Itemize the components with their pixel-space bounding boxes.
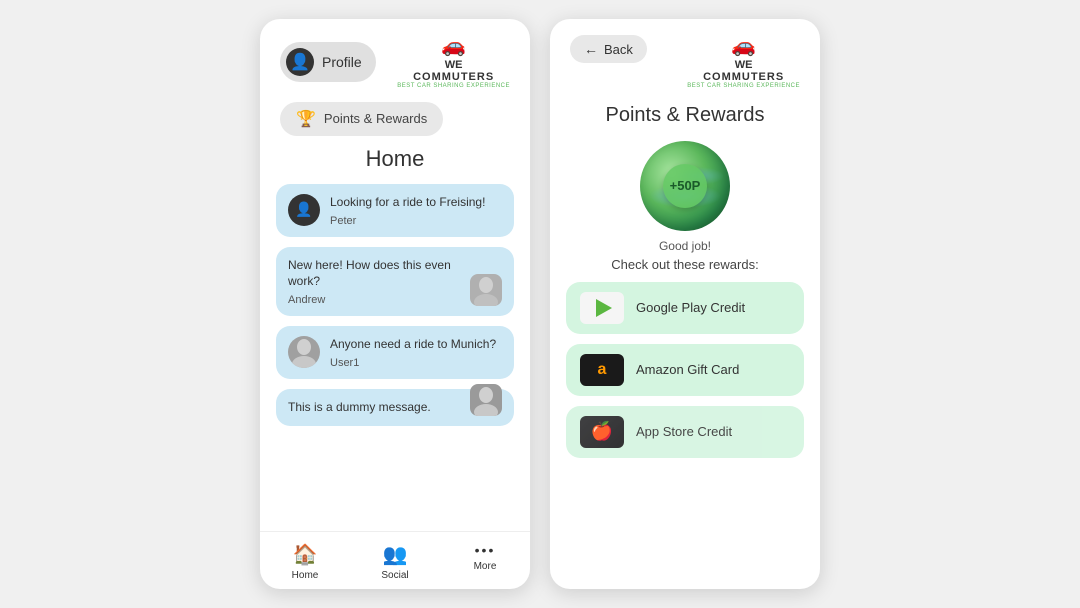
logo-commuters-left: COMMUTERS: [397, 71, 510, 83]
screens-container: 👤 Profile 🚗 WE COMMUTERS BEST CAR SHARIN…: [260, 19, 820, 589]
profile-icon: 👤: [286, 48, 314, 76]
back-button[interactable]: ← Back: [570, 35, 647, 63]
feed-text-2: New here! How does this even work?: [288, 257, 464, 291]
feed-user-3: User1: [330, 357, 502, 369]
trophy-icon: 🏆: [296, 109, 316, 129]
nav-home[interactable]: 🏠 Home: [260, 542, 350, 581]
reward-google-play-label: Google Play Credit: [636, 300, 745, 315]
feed-user-1: Peter: [330, 215, 502, 227]
reward-appstore[interactable]: 🍎 App Store Credit: [566, 406, 804, 458]
logo-we-right: WE: [687, 59, 800, 71]
feed-item-3[interactable]: Anyone need a ride to Munich? User1: [276, 326, 514, 379]
right-logo: 🚗 WE COMMUTERS BEST CAR SHARING EXPERIEN…: [687, 35, 800, 90]
points-badge: +50P: [663, 164, 707, 208]
more-icon: •••: [475, 542, 496, 558]
home-title: Home: [260, 146, 530, 172]
reward-google-play[interactable]: Google Play Credit: [566, 282, 804, 334]
feed-user-2: Andrew: [288, 294, 464, 306]
google-play-icon: [580, 292, 624, 324]
feed-avatar-4: [470, 384, 502, 416]
nav-more[interactable]: ••• More: [440, 542, 530, 581]
feed-content-2: New here! How does this even work? Andre…: [288, 257, 464, 307]
nav-more-label: More: [474, 561, 497, 572]
bottom-nav: 🏠 Home 👥 Social ••• More: [260, 531, 530, 589]
feed-content-3: Anyone need a ride to Munich? User1: [330, 336, 502, 369]
good-job-text: Good job!: [550, 239, 820, 253]
nav-social-label: Social: [381, 570, 408, 581]
feed-avatar-peter: 👤: [288, 194, 320, 226]
rewards-list: Google Play Credit a Amazon Gift Card 🍎 …: [550, 282, 820, 589]
feed-item-4[interactable]: This is a dummy message.: [276, 389, 514, 426]
back-arrow-icon: ←: [584, 41, 598, 57]
feed-avatar-user1: [288, 336, 320, 368]
profile-label: Profile: [322, 54, 362, 70]
reward-amazon[interactable]: a Amazon Gift Card: [566, 344, 804, 396]
car-icon-right: 🚗: [687, 35, 800, 57]
feed-text-4: This is a dummy message.: [288, 399, 464, 416]
check-rewards-text: Check out these rewards:: [550, 257, 820, 272]
globe-container: +50P: [550, 141, 820, 231]
logo-we-left: WE: [397, 59, 510, 71]
pr-title: Points & Rewards: [550, 104, 820, 127]
points-rewards-label: Points & Rewards: [324, 111, 427, 126]
globe-visual: +50P: [640, 141, 730, 231]
back-label: Back: [604, 42, 633, 57]
logo-tagline-left: BEST CAR SHARING EXPERIENCE: [397, 83, 510, 90]
right-header: ← Back 🚗 WE COMMUTERS BEST CAR SHARING E…: [550, 19, 820, 98]
nav-home-label: Home: [292, 570, 319, 581]
left-phone-screen: 👤 Profile 🚗 WE COMMUTERS BEST CAR SHARIN…: [260, 19, 530, 589]
car-icon: 🚗: [397, 35, 510, 57]
feed-item-1[interactable]: 👤 Looking for a ride to Freising! Peter: [276, 184, 514, 237]
profile-button[interactable]: 👤 Profile: [280, 42, 376, 82]
feed-content-1: Looking for a ride to Freising! Peter: [330, 194, 502, 227]
feed-avatar-andrew: [470, 274, 502, 306]
feed-text-3: Anyone need a ride to Munich?: [330, 336, 502, 353]
points-rewards-button[interactable]: 🏆 Points & Rewards: [280, 102, 443, 136]
reward-amazon-label: Amazon Gift Card: [636, 362, 739, 377]
amazon-icon: a: [580, 354, 624, 386]
logo-tagline-right: BEST CAR SHARING EXPERIENCE: [687, 83, 800, 90]
feed-content-4: This is a dummy message.: [288, 399, 464, 416]
feed-list: 👤 Looking for a ride to Freising! Peter …: [260, 184, 530, 531]
left-logo: 🚗 WE COMMUTERS BEST CAR SHARING EXPERIEN…: [397, 35, 510, 90]
feed-item-2[interactable]: New here! How does this even work? Andre…: [276, 247, 514, 317]
home-icon: 🏠: [293, 542, 318, 567]
social-icon: 👥: [383, 542, 408, 567]
logo-commuters-right: COMMUTERS: [687, 71, 800, 83]
reward-appstore-label: App Store Credit: [636, 424, 732, 439]
nav-social[interactable]: 👥 Social: [350, 542, 440, 581]
app-store-icon: 🍎: [580, 416, 624, 448]
feed-text-1: Looking for a ride to Freising!: [330, 194, 502, 211]
right-phone-screen: ← Back 🚗 WE COMMUTERS BEST CAR SHARING E…: [550, 19, 820, 589]
left-header: 👤 Profile 🚗 WE COMMUTERS BEST CAR SHARIN…: [260, 19, 530, 98]
